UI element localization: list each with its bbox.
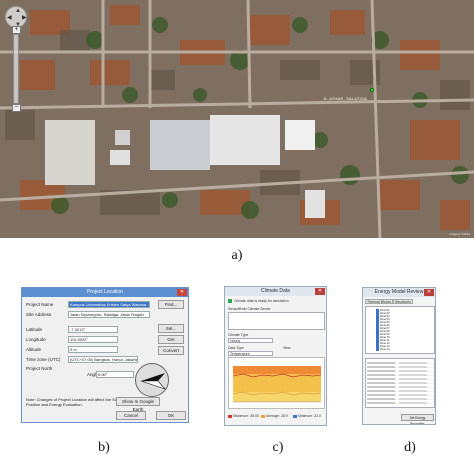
property-row[interactable]: [367, 397, 434, 401]
convert-button[interactable]: Convert: [158, 346, 184, 355]
find-button[interactable]: Find...: [158, 300, 184, 309]
place-label: JL.JOHAR, SALATIGA: [323, 96, 367, 101]
site-address-input[interactable]: Jalan Diponegoro, Salatiga, Jawa Tengah: [68, 311, 150, 318]
north-arrow-icon: [140, 373, 166, 390]
server-panel: [228, 312, 325, 330]
maximum-swatch: [228, 414, 232, 418]
compass-dial[interactable]: [135, 363, 169, 397]
field-label: Time zone (UTC): [26, 357, 61, 362]
satellite-imagery: [0, 0, 474, 238]
temperature-chart: [228, 357, 325, 409]
close-icon[interactable]: ✕: [315, 288, 325, 295]
temperature-chart-plot: [232, 366, 322, 403]
server-label: StrusoftHub Climate Server: [228, 307, 271, 311]
ready-label: Climate data is ready for simulation: [233, 299, 289, 303]
field-label: Altitude: [26, 347, 42, 352]
tree-item[interactable]: Zone 14: [376, 348, 390, 351]
show-google-earth-button[interactable]: Show In Google Earth: [116, 397, 160, 412]
caption-d: d): [404, 440, 416, 455]
property-row[interactable]: [367, 401, 434, 405]
field-label: Latitude: [26, 327, 43, 332]
close-icon[interactable]: ✕: [424, 289, 434, 296]
view-label: View: [283, 346, 291, 350]
data-type-label: Data Type: [228, 346, 244, 350]
stat-minimum: Minimum: 22.0: [293, 414, 321, 418]
satellite-map[interactable]: ▲ ▼ ◀ ▶ + − JL.JOHAR, SALATIGA Imagery ©…: [0, 0, 474, 238]
property-row[interactable]: [367, 373, 434, 377]
data-type-select[interactable]: Temperature: [228, 351, 273, 356]
property-row[interactable]: [367, 365, 434, 369]
property-row[interactable]: [367, 393, 434, 397]
property-row[interactable]: [367, 377, 434, 381]
stat-maximum: Maximum: 35.00: [228, 414, 259, 418]
zoom-in-button[interactable]: +: [12, 26, 21, 34]
ready-checkbox-row[interactable]: Climate data is ready for simulation: [228, 299, 289, 304]
caption-c: c): [272, 440, 284, 455]
zoom-out-button[interactable]: −: [12, 104, 21, 112]
minimum-swatch: [293, 414, 297, 418]
property-row[interactable]: [367, 389, 434, 393]
cancel-button[interactable]: Cancel: [116, 411, 146, 420]
caption-b: b): [98, 440, 110, 455]
get-button[interactable]: Get: [158, 335, 184, 344]
map-credit: Imagery ©2014: [449, 232, 470, 236]
angle-input[interactable]: 0.00°: [96, 371, 134, 378]
field-label: Longitude: [26, 337, 46, 342]
set-energy-properties-button[interactable]: Set Energy Properties: [401, 414, 434, 424]
climate-type-label: Climate Type: [228, 333, 249, 337]
climate-data-window: Climate Data ✕ Climate data is ready for…: [224, 286, 327, 426]
stat-average: Average: 28.9: [261, 414, 288, 418]
dialog-title: Project Location: [22, 288, 188, 297]
property-row[interactable]: [367, 361, 434, 365]
close-icon[interactable]: ✕: [177, 289, 187, 296]
zone-tree: Zone 01 Zone 02 Zone 03 Zone 04 Zone 05 …: [365, 306, 435, 354]
field-label: Site Address: [26, 312, 52, 317]
climate-type-select[interactable]: Hourly: [228, 338, 273, 343]
timezone-select[interactable]: (UTC+07:00) Bangkok, Hanoi, Jakarta: [68, 356, 138, 363]
altitude-input[interactable]: 0 m: [68, 346, 118, 353]
property-row[interactable]: [367, 385, 434, 389]
average-swatch: [261, 414, 265, 418]
location-marker-icon[interactable]: [370, 88, 374, 92]
note-text: Note: Changes of Project Location will a…: [26, 397, 120, 407]
property-row[interactable]: [367, 381, 434, 385]
field-label: Project Name: [26, 302, 54, 307]
zone-icon: [376, 348, 379, 351]
set-button[interactable]: Set...: [158, 324, 184, 333]
pan-control[interactable]: ▲ ▼ ◀ ▶: [5, 6, 27, 28]
project-location-dialog: Project Location ✕ Project Name Kampus U…: [21, 287, 189, 423]
ok-button[interactable]: OK: [156, 411, 186, 420]
property-row[interactable]: [367, 369, 434, 373]
longitude-input[interactable]: 110.5022°: [68, 336, 118, 343]
tab-structures[interactable]: Structures: [393, 299, 413, 304]
check-icon: [228, 299, 232, 304]
caption-a: a): [231, 248, 243, 263]
window-title: Climate Data: [225, 287, 326, 296]
latitude-input[interactable]: -7.3213°: [68, 326, 118, 333]
zoom-slider[interactable]: + −: [12, 26, 21, 112]
energy-model-window: Energy Model Review ✕ Thermal Blocks Str…: [362, 287, 436, 425]
tab-thermal-blocks[interactable]: Thermal Blocks: [365, 299, 394, 304]
properties-panel: [365, 358, 435, 408]
project-name-input[interactable]: Kampus Universitas Kristen Satya Wacana: [68, 301, 150, 308]
